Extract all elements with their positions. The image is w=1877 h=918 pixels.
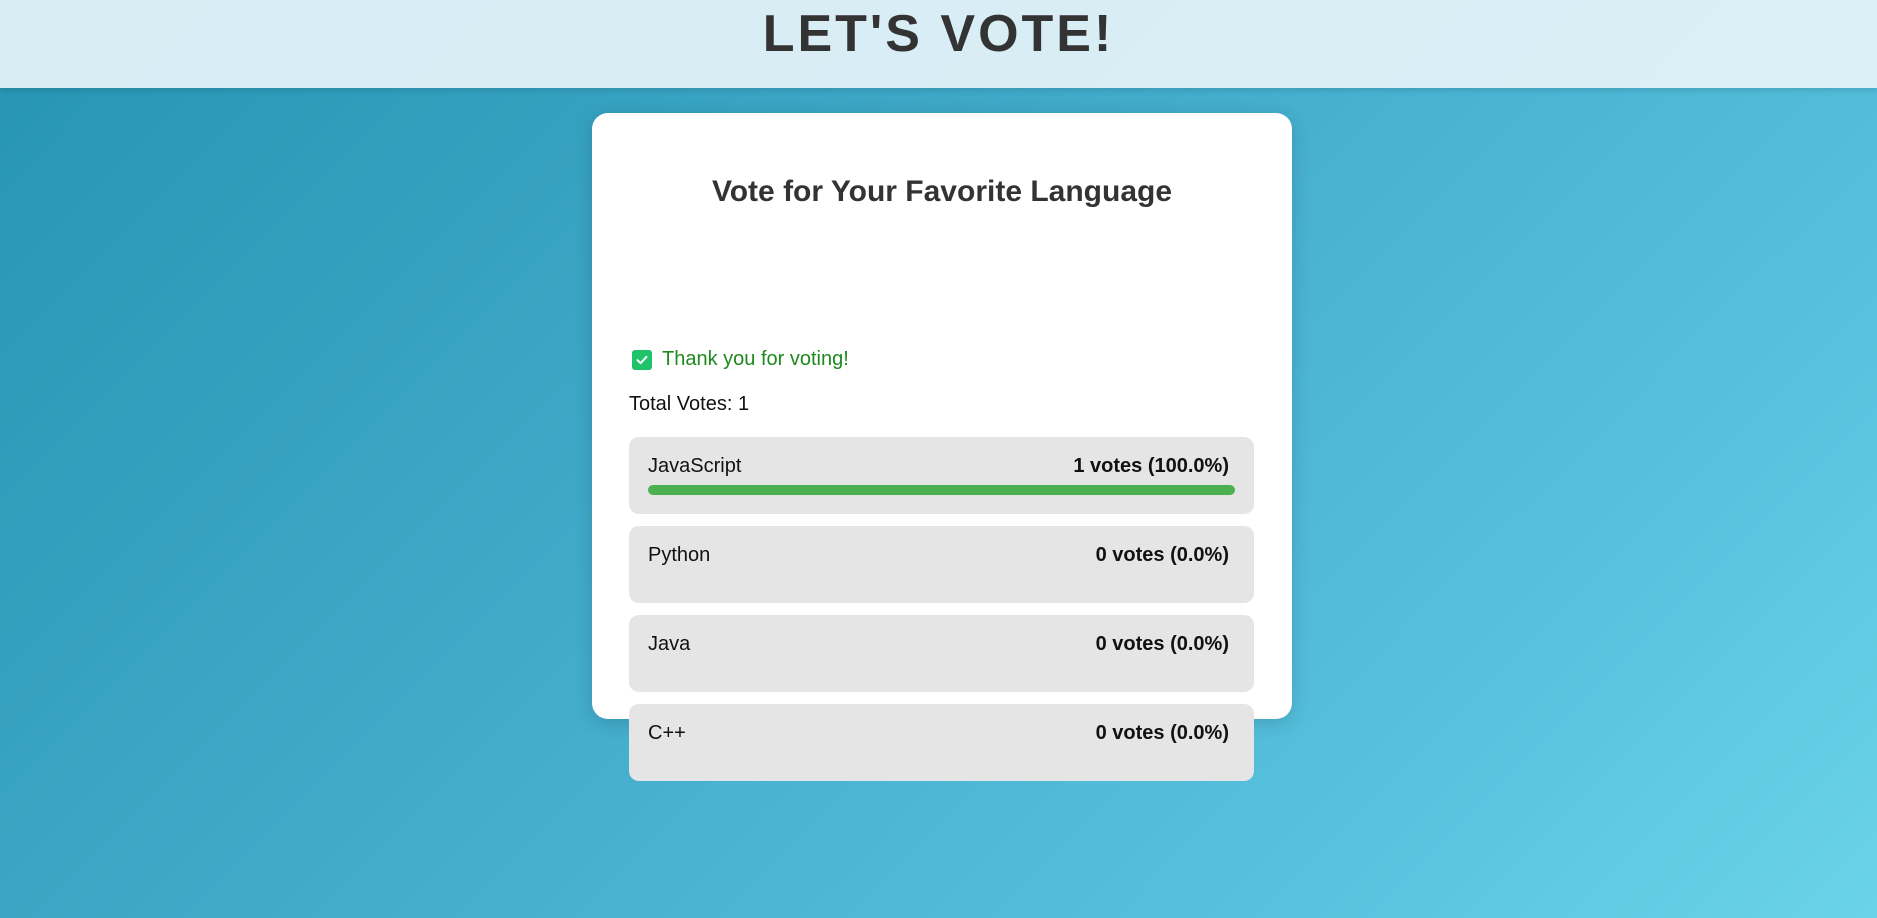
vote-progress-bar xyxy=(648,574,1235,584)
option-label: C++ xyxy=(648,722,686,744)
check-box-icon xyxy=(632,349,652,370)
success-message: Thank you for voting! xyxy=(632,348,849,371)
poll-card: Vote for Your Favorite Language Thank yo… xyxy=(592,113,1292,781)
poll-option-cpp[interactable]: C++ 0 votes (0.0%) xyxy=(629,704,1254,781)
total-votes: Total Votes: 1 xyxy=(629,393,750,415)
success-text: Thank you for voting! xyxy=(662,348,849,370)
vote-progress-bar xyxy=(648,663,1235,673)
option-votes: 0 votes (0.0%) xyxy=(1095,633,1229,655)
poll-option-javascript[interactable]: JavaScript 1 votes (100.0%) xyxy=(629,437,1254,514)
vote-progress-fill xyxy=(648,485,1235,495)
page-header: LET'S VOTE! xyxy=(0,0,1877,88)
page-title: LET'S VOTE! xyxy=(762,5,1115,63)
option-label: Java xyxy=(648,633,691,655)
poll-option-python[interactable]: Python 0 votes (0.0%) xyxy=(629,526,1254,603)
vote-progress-bar xyxy=(648,752,1235,762)
option-votes: 1 votes (100.0%) xyxy=(1073,455,1229,477)
option-label: JavaScript xyxy=(648,455,742,477)
poll-title: Vote for Your Favorite Language xyxy=(711,175,1173,208)
vote-progress-bar xyxy=(648,485,1235,495)
poll-option-java[interactable]: Java 0 votes (0.0%) xyxy=(629,615,1254,692)
option-votes: 0 votes (0.0%) xyxy=(1095,544,1229,566)
poll-options: JavaScript 1 votes (100.0%) Python 0 vot… xyxy=(629,437,1254,793)
option-label: Python xyxy=(648,544,711,566)
option-votes: 0 votes (0.0%) xyxy=(1095,722,1229,744)
